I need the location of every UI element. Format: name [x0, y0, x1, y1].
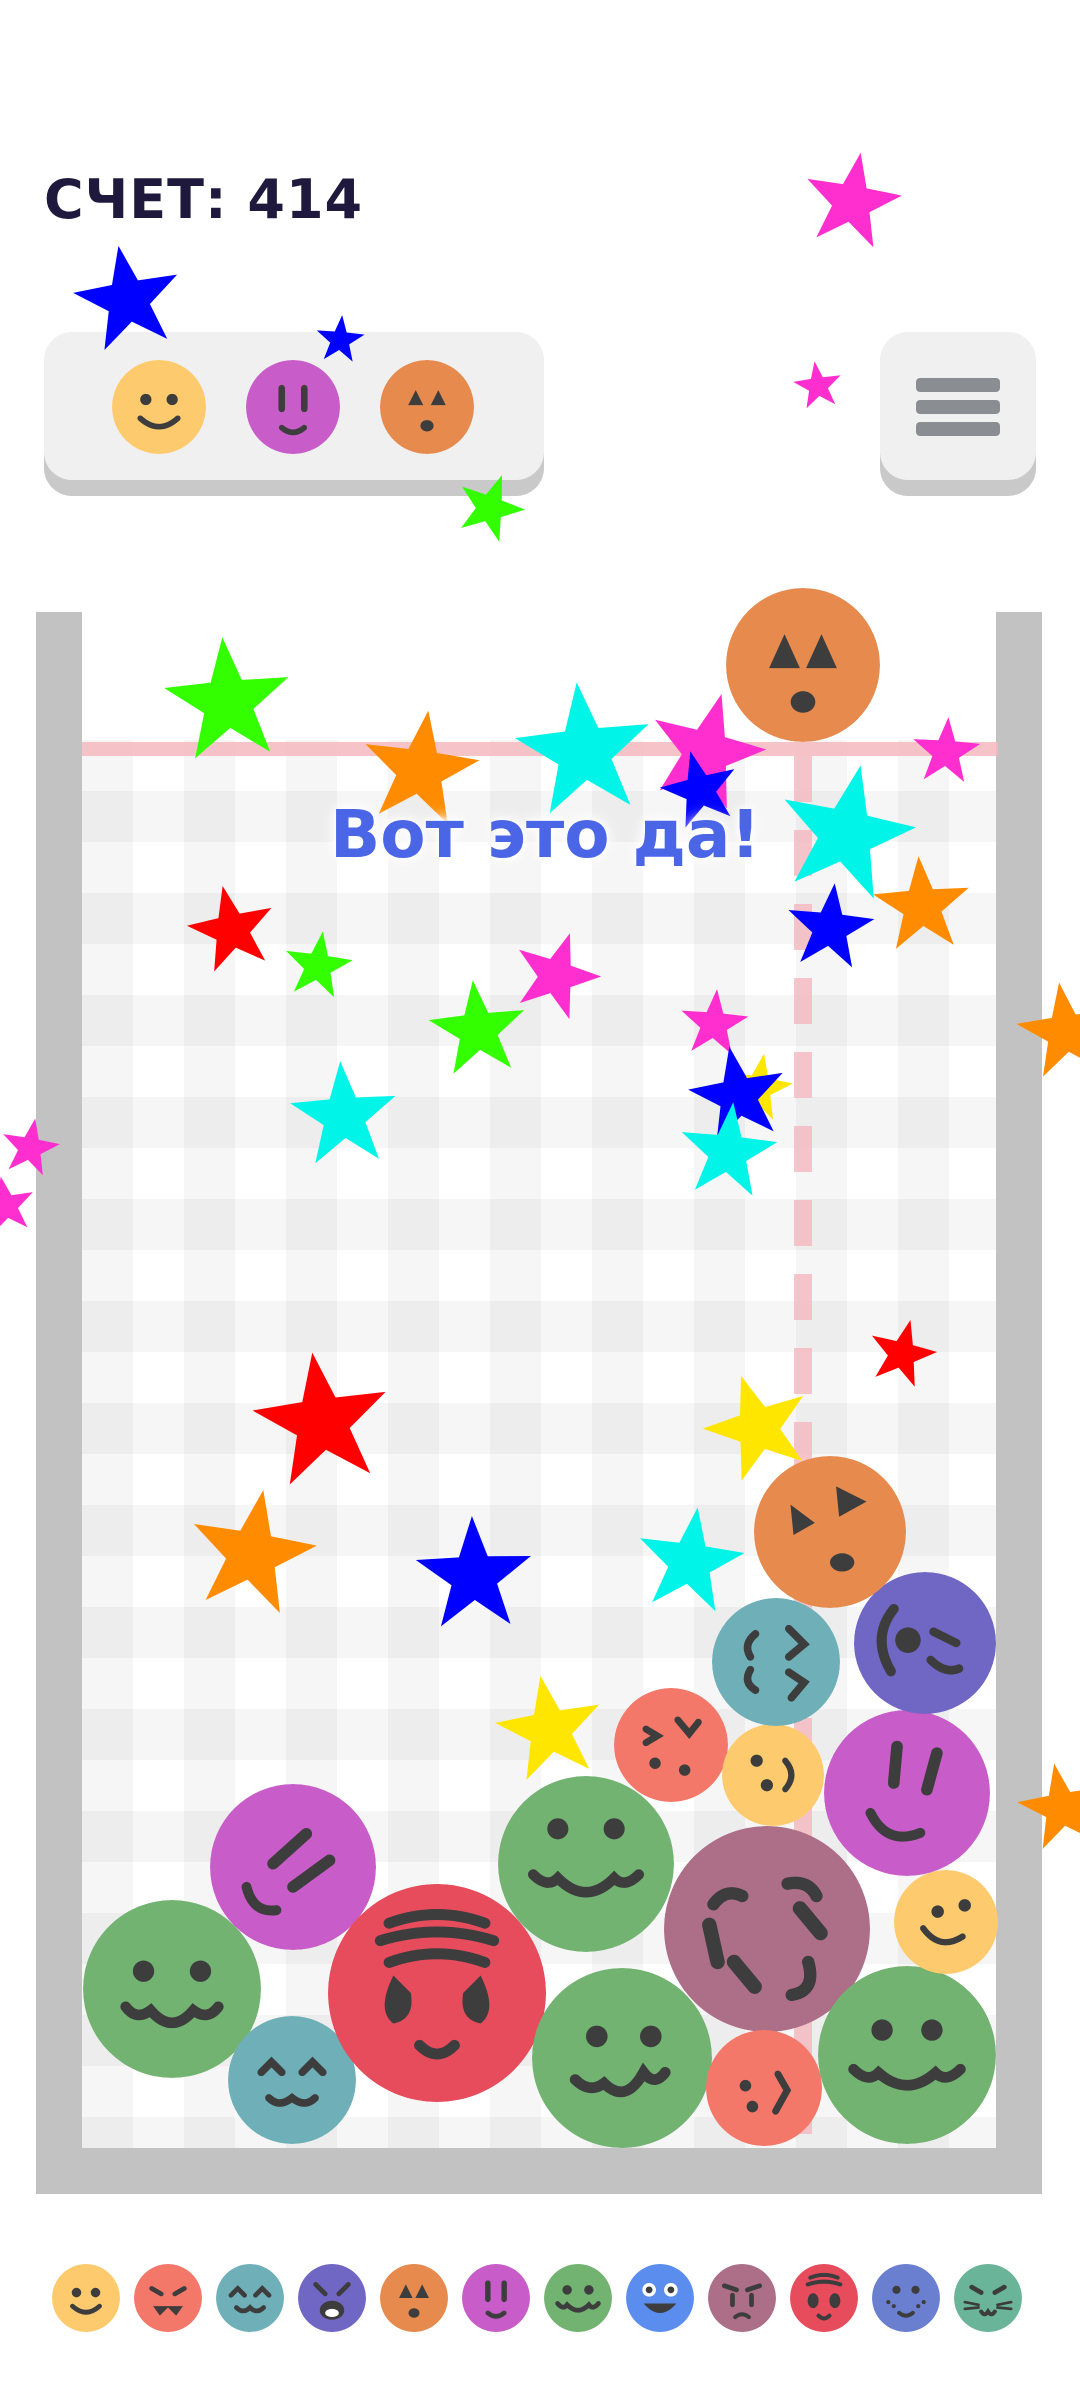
- star-icon: [314, 313, 367, 363]
- star-icon: [797, 144, 908, 251]
- star-icon: [870, 852, 973, 951]
- star-icon: [768, 751, 927, 905]
- evolution-red-panda-face-icon: [790, 2264, 858, 2332]
- star-icon: [425, 975, 531, 1076]
- evolution-sea-green-cat-face-icon: [954, 2264, 1022, 2332]
- star-icon: [675, 1097, 781, 1198]
- star-icon: [509, 675, 657, 817]
- star-icon: [448, 463, 534, 547]
- star-icon: [66, 236, 188, 354]
- combo-popup-text: Вот это да!: [330, 796, 761, 873]
- star-icon: [1011, 1756, 1080, 1852]
- star-icon: [245, 1343, 397, 1489]
- evolution-indigo-cat-face-icon: [298, 2264, 366, 2332]
- star-icon: [910, 714, 982, 783]
- star-icon: [414, 1514, 534, 1628]
- star-icon: [160, 631, 295, 761]
- evolution-salmon-fang-face-icon: [134, 2264, 202, 2332]
- star-icon: [180, 877, 282, 976]
- star-icon: [181, 1479, 325, 1618]
- star-icon: [503, 919, 611, 1025]
- evolution-teal-happy-face-icon: [216, 2264, 284, 2332]
- evolution-mauve-worried-face-icon: [708, 2264, 776, 2332]
- star-icon: [790, 357, 845, 410]
- confetti-stars: [0, 144, 1080, 1852]
- star-icon: [862, 1311, 944, 1390]
- star-icon: [631, 1500, 750, 1615]
- star-icon: [690, 1359, 823, 1488]
- evolution-slate-freckle-face-icon: [872, 2264, 940, 2332]
- star-icon: [280, 926, 357, 1000]
- evolution-blue-grin-face-icon: [626, 2264, 694, 2332]
- star-icon: [678, 986, 751, 1056]
- star-icon: [1011, 975, 1080, 1080]
- evolution-orange-triangle-face-icon: [380, 2264, 448, 2332]
- star-icon: [0, 1171, 39, 1236]
- evolution-purple-face-icon: [462, 2264, 530, 2332]
- evolution-chain-bar: [0, 2258, 1080, 2338]
- evolution-green-drool-face-icon: [544, 2264, 612, 2332]
- star-icon: [0, 1113, 64, 1178]
- star-icon: [287, 1057, 400, 1165]
- evolution-yellow-smile-face-icon: [52, 2264, 120, 2332]
- star-icon: [783, 878, 878, 970]
- star-icon: [488, 1666, 610, 1784]
